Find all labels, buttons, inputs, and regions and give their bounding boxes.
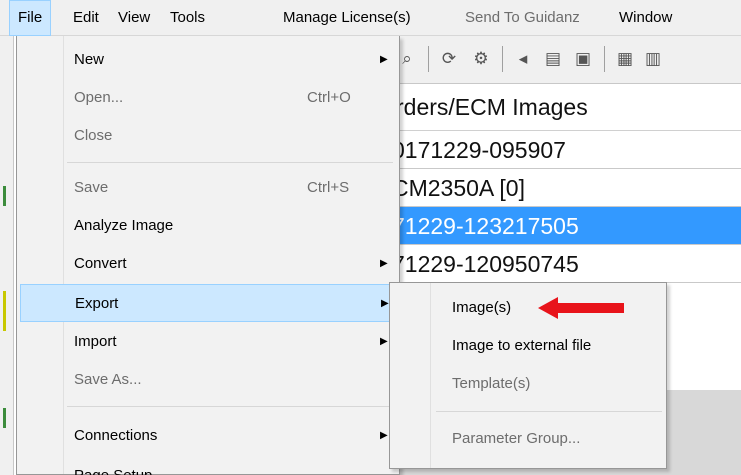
menu-item-label: Analyze Image — [74, 217, 174, 234]
menu-item-connections[interactable]: Connections ▶ — [20, 417, 396, 455]
menu-item-label: Export — [75, 295, 119, 312]
menu-item-label: Page Setup — [74, 457, 152, 475]
document-icon[interactable]: ▥ — [642, 48, 664, 70]
list-header: rders/ECM Images — [372, 84, 741, 131]
menu-item-page-setup[interactable]: Page Setup — [20, 457, 396, 475]
menu-item-open[interactable]: Open... Ctrl+O — [20, 79, 396, 117]
menu-item-label: Save — [74, 179, 109, 196]
submenu-item-templates[interactable]: Template(s) — [393, 365, 663, 403]
ecm-icon[interactable]: ▤ — [542, 48, 564, 70]
menu-separator — [67, 162, 393, 163]
menu-item-shortcut: Ctrl+O — [307, 89, 351, 106]
toolbar: ⌕ ⟳ ⚙ ◂ ▤ ▣ ▦ ▥ — [372, 36, 741, 84]
menu-item-shortcut: Ctrl+S — [307, 179, 350, 196]
list-item[interactable]: 0171229-095907 — [372, 131, 741, 169]
menu-item-convert[interactable]: Convert ▶ — [20, 245, 396, 283]
menu-item-label: Open... — [74, 89, 124, 106]
menu-window[interactable]: Window — [610, 0, 681, 36]
red-arrow-icon — [538, 297, 624, 319]
toolbar-separator — [428, 46, 429, 72]
menu-send-to-guidanz[interactable]: Send To Guidanz — [456, 0, 589, 36]
menu-item-label: Save As... — [74, 371, 142, 388]
submenu-arrow-icon: ▶ — [380, 258, 388, 269]
menu-item-label: Template(s) — [452, 375, 531, 392]
toolbar-separator — [502, 46, 503, 72]
list-item[interactable]: 71229-120950745 — [372, 245, 741, 283]
submenu-arrow-icon: ▶ — [380, 54, 388, 65]
menu-item-save-as[interactable]: Save As... — [20, 361, 396, 399]
list-item[interactable]: CM2350A [0] — [372, 169, 741, 207]
menu-view[interactable]: View — [109, 0, 159, 36]
menu-separator — [67, 406, 393, 407]
menu-item-label: Connections — [74, 427, 158, 444]
menu-item-analyze-image[interactable]: Analyze Image — [20, 207, 396, 245]
menu-item-label: Image to external file — [452, 337, 592, 354]
menu-item-label: Import — [74, 333, 117, 350]
menu-item-save[interactable]: Save Ctrl+S — [20, 169, 396, 207]
menu-item-label: Close — [74, 127, 113, 144]
menu-item-label: Convert — [74, 255, 127, 272]
panel-marker — [3, 408, 6, 428]
panel-marker — [3, 291, 6, 331]
submenu-arrow-icon: ▶ — [380, 430, 388, 441]
menu-item-label: Parameter Group... — [452, 430, 581, 447]
document-icon[interactable]: ▦ — [614, 48, 636, 70]
submenu-arrow-icon: ▶ — [381, 298, 389, 309]
menu-edit[interactable]: Edit — [64, 0, 108, 36]
file-menu: New ▶ Open... Ctrl+O Close Save Ctrl+S A… — [16, 36, 400, 475]
arrow-shape — [538, 297, 624, 319]
menu-item-label: Image(s) — [452, 299, 512, 316]
left-panel-edge — [0, 36, 14, 475]
menu-item-export[interactable]: Export ▶ — [20, 284, 396, 322]
device-icon[interactable]: ▣ — [572, 48, 594, 70]
refresh-icon[interactable]: ⟳ — [438, 48, 460, 70]
submenu-item-parameter-group[interactable]: Parameter Group... — [393, 420, 663, 458]
menu-file[interactable]: File — [9, 0, 52, 36]
submenu-arrow-icon: ▶ — [380, 336, 388, 347]
menu-manage-licenses[interactable]: Manage License(s) — [274, 0, 420, 36]
menu-tools[interactable]: Tools — [161, 0, 214, 36]
menu-separator — [436, 411, 662, 412]
menu-bar: File Edit View Tools Manage License(s) S… — [0, 0, 741, 36]
menu-item-close[interactable]: Close — [20, 117, 396, 155]
toolbar-separator — [604, 46, 605, 72]
menu-item-label: New — [74, 51, 105, 68]
menu-item-import[interactable]: Import ▶ — [20, 323, 396, 361]
list-item-selected[interactable]: 71229-123217505 — [372, 207, 741, 245]
submenu-item-image-to-external-file[interactable]: Image to external file — [393, 327, 663, 365]
menu-item-new[interactable]: New ▶ — [20, 41, 396, 79]
panel-marker — [3, 186, 6, 206]
connect-icon[interactable]: ⚙ — [470, 48, 492, 70]
plug-icon[interactable]: ◂ — [512, 48, 534, 70]
